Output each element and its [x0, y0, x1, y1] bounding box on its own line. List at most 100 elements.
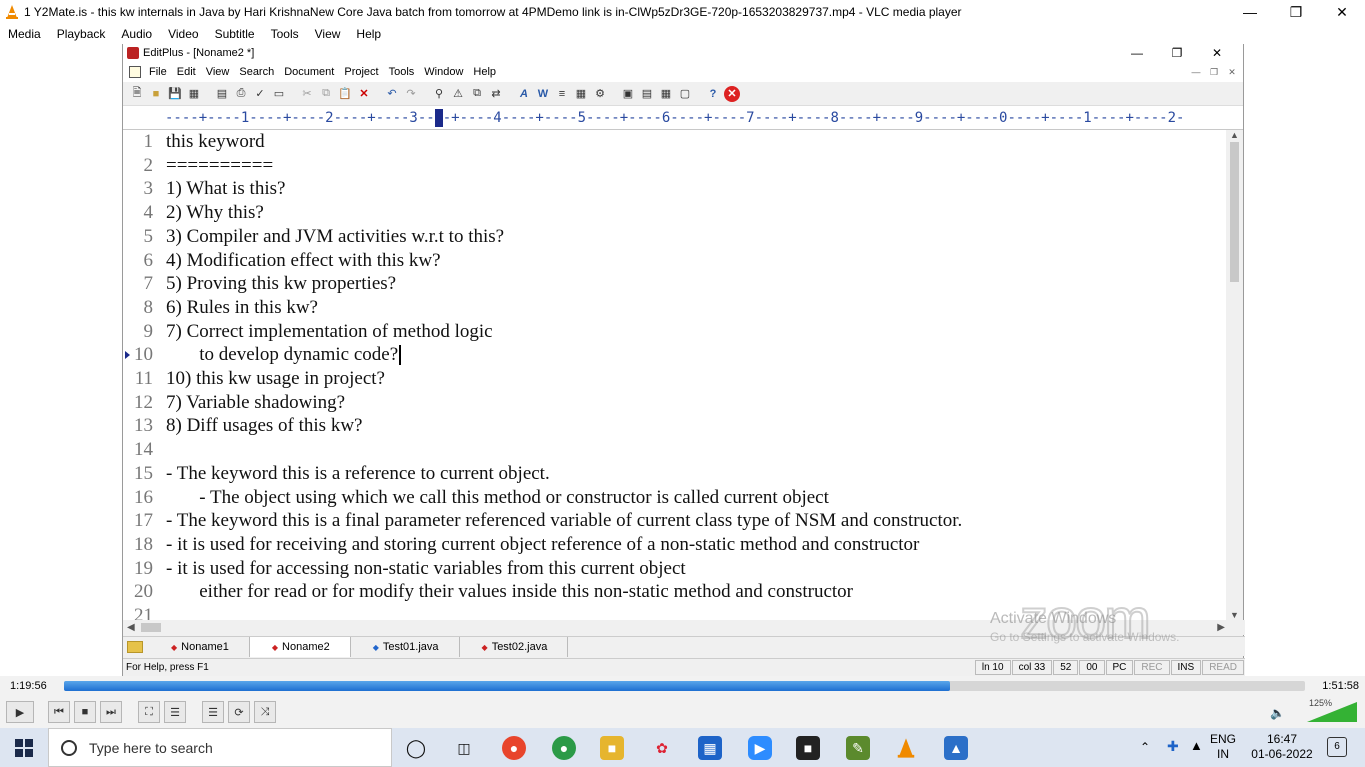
recorder-icon[interactable]: ● — [502, 736, 526, 760]
network-icon[interactable]: ✚ — [1167, 738, 1179, 755]
editor-line[interactable]: 2 ========== — [123, 154, 1227, 178]
hscroll-thumb[interactable] — [141, 623, 161, 632]
word-wrap-icon[interactable]: W — [535, 86, 551, 102]
editor-line[interactable]: 10 to develop dynamic code? — [123, 343, 1227, 367]
menu-view[interactable]: View — [307, 27, 349, 41]
loop-icon[interactable]: ⟳ — [228, 701, 250, 723]
store-icon[interactable]: ▦ — [698, 736, 722, 760]
ep-menu-tools[interactable]: Tools — [389, 66, 415, 78]
ep-menu-view[interactable]: View — [206, 66, 230, 78]
zoom-app-icon[interactable]: ▶ — [748, 736, 772, 760]
play-icon[interactable]: ▶ — [6, 701, 34, 723]
cortana-icon[interactable]: ◯ — [404, 736, 428, 760]
doc-close-button[interactable]: ✕ — [1223, 62, 1241, 82]
taskbar-search[interactable]: Type here to search — [48, 728, 392, 767]
editor-line[interactable]: 9 7) Correct implementation of method log… — [123, 320, 1227, 344]
ep-minimize-button[interactable]: — — [1117, 44, 1157, 62]
ep-menu-edit[interactable]: Edit — [177, 66, 196, 78]
undo-icon[interactable]: ↶ — [384, 86, 400, 102]
close-button[interactable]: ✕ — [1319, 0, 1365, 24]
language-indicator[interactable]: ENG IN — [1210, 732, 1236, 762]
editor-line[interactable]: 18 - it is used for receiving and storing… — [123, 533, 1227, 557]
editor-line[interactable]: 8 6) Rules in this kw? — [123, 296, 1227, 320]
previous-icon[interactable]: ⏮ — [48, 701, 70, 723]
stop-icon[interactable]: ✕ — [724, 85, 740, 102]
find-in-files-icon[interactable]: ⧉ — [469, 86, 485, 102]
scroll-thumb[interactable] — [1230, 142, 1239, 282]
editor-line[interactable]: 17 - The keyword this is a final paramete… — [123, 509, 1227, 533]
menu-playback[interactable]: Playback — [49, 27, 114, 41]
goto-line-icon[interactable]: ⇄ — [488, 86, 504, 102]
tab-noname1[interactable]: ◆ Noname1 — [149, 636, 250, 657]
settings-icon[interactable]: ⚙ — [592, 86, 608, 102]
vertical-scrollbar[interactable]: ▲ ▼ — [1226, 130, 1243, 620]
cliptext-window-icon[interactable]: ▤ — [639, 86, 655, 102]
paste-icon[interactable]: 📋 — [337, 86, 353, 102]
editor-line[interactable]: 15 - The keyword this is a reference to c… — [123, 462, 1227, 486]
ep-menu-window[interactable]: Window — [424, 66, 463, 78]
editor-line[interactable]: 3 1) What is this? — [123, 177, 1227, 201]
seek-slider[interactable] — [64, 681, 1305, 691]
menu-help[interactable]: Help — [348, 27, 389, 41]
directory-window-icon[interactable]: ▣ — [620, 86, 636, 102]
editor-line[interactable]: 13 8) Diff usages of this kw? — [123, 414, 1227, 438]
new-file-icon[interactable]: 🗎 — [129, 86, 145, 102]
scroll-left-icon[interactable]: ◀ — [127, 620, 135, 635]
volume-slider[interactable]: 125% — [1289, 698, 1359, 722]
photos-icon[interactable]: ▲ — [944, 736, 968, 760]
tab-test02[interactable]: ◆ Test02.java — [460, 636, 569, 657]
cut-icon[interactable]: ✂ — [299, 86, 315, 102]
minimize-button[interactable]: — — [1227, 0, 1273, 24]
editor-line[interactable]: 7 5) Proving this kw properties? — [123, 272, 1227, 296]
save-icon[interactable]: 💾 — [167, 86, 183, 102]
show-hidden-icon[interactable]: ⌃ — [1140, 740, 1150, 754]
editor-line[interactable]: 12 7) Variable shadowing? — [123, 391, 1227, 415]
restore-button[interactable]: ❐ — [1273, 0, 1319, 24]
copy-icon[interactable]: ⧉ — [318, 86, 334, 102]
spellcheck-icon[interactable]: ✓ — [252, 86, 268, 102]
open-folder-icon[interactable]: ■ — [148, 86, 164, 102]
file-explorer-icon[interactable]: ■ — [600, 736, 624, 760]
ep-menu-help[interactable]: Help — [473, 66, 496, 78]
clock[interactable]: 16:47 01-06-2022 — [1247, 732, 1317, 762]
text-editor[interactable]: 1 this keyword 2 ========== 3 1) What is this… — [123, 130, 1227, 620]
print-preview-icon[interactable]: ▤ — [214, 86, 230, 102]
print-icon[interactable]: ⎙ — [233, 86, 249, 102]
start-button[interactable] — [0, 728, 48, 767]
doc-minimize-button[interactable]: — — [1187, 62, 1205, 82]
notification-icon[interactable]: 6 — [1327, 737, 1347, 757]
help-icon[interactable]: ? — [705, 86, 721, 102]
find-icon[interactable]: ⚲ — [431, 86, 447, 102]
editor-line[interactable]: 16 - The object using which we call this… — [123, 486, 1227, 510]
browser-icon[interactable]: ▭ — [271, 86, 287, 102]
extended-settings-icon[interactable]: ☰ — [164, 701, 186, 723]
stop-icon[interactable]: ■ — [74, 701, 96, 723]
editor-line[interactable]: 14 — [123, 438, 1227, 462]
delete-icon[interactable]: ✕ — [356, 86, 372, 102]
playlist-icon[interactable]: ☰ — [202, 701, 224, 723]
shuffle-icon[interactable]: ⤨ — [254, 701, 276, 723]
save-all-icon[interactable]: ▦ — [186, 86, 202, 102]
scroll-up-icon[interactable]: ▲ — [1226, 130, 1243, 140]
ep-menu-project[interactable]: Project — [344, 66, 378, 78]
doc-restore-button[interactable]: ❐ — [1205, 62, 1223, 82]
scroll-down-icon[interactable]: ▼ — [1226, 610, 1243, 620]
menu-media[interactable]: Media — [0, 27, 49, 41]
editor-line[interactable]: 11 10) this kw usage in project? — [123, 367, 1227, 391]
editor-line[interactable]: 1 this keyword — [123, 130, 1227, 154]
redo-icon[interactable]: ↷ — [403, 86, 419, 102]
font-icon[interactable]: A — [516, 86, 532, 102]
ep-restore-button[interactable]: ❐ — [1157, 44, 1197, 62]
tab-noname2[interactable]: ◆ Noname2 — [249, 636, 351, 657]
folder-icon[interactable] — [127, 640, 143, 653]
editor-line[interactable]: 6 4) Modification effect with this kw? — [123, 249, 1227, 273]
line-number-icon[interactable]: ≡ — [554, 86, 570, 102]
snipping-tool-icon[interactable]: ✿ — [650, 736, 674, 760]
task-view-icon[interactable]: ◫ — [452, 736, 476, 760]
menu-video[interactable]: Video — [160, 27, 206, 41]
vlc-taskbar-icon[interactable] — [894, 736, 918, 760]
sticky-notes-icon[interactable]: ■ — [796, 736, 820, 760]
menu-audio[interactable]: Audio — [113, 27, 160, 41]
chrome-icon[interactable]: ● — [552, 736, 576, 760]
replace-icon[interactable]: ⚠ — [450, 86, 466, 102]
